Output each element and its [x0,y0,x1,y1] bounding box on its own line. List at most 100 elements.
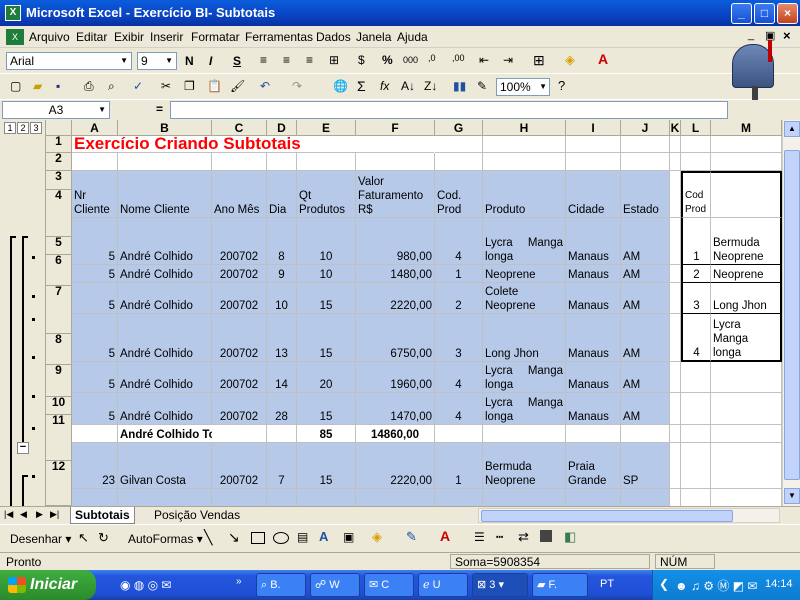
cell-g[interactable]: 4 [435,393,483,425]
cell-b[interactable]: André Colhido [118,362,212,393]
cell-i[interactable]: Praia [566,489,621,506]
bold-button[interactable]: N [185,54,194,68]
cell-m[interactable] [711,362,782,393]
workbook-icon[interactable]: X [6,29,24,45]
cell-i[interactable]: Manaus [566,362,621,393]
cell-j[interactable]: AM [621,362,670,393]
cell-c[interactable]: 200702 [212,362,267,393]
cell-d[interactable]: 28 [267,393,297,425]
column-header-i[interactable]: I [566,120,621,136]
cell-k[interactable] [670,136,681,153]
maximize-button[interactable]: □ [754,3,775,24]
print-preview-icon[interactable]: ⌕ [108,79,115,94]
align-left-icon[interactable]: ≡ [260,53,267,67]
borders-icon[interactable]: ⊞ [533,52,545,69]
row-header[interactable]: 12 [46,459,72,506]
menu-inserir[interactable]: Inserir [150,30,183,44]
outline-detail-dot[interactable] [32,256,35,259]
cell-e[interactable]: 85 [297,425,356,443]
cell-h[interactable]: Lycra Manga longa [483,393,566,425]
cell-k[interactable] [670,314,681,362]
italic-button[interactable]: I [209,54,212,68]
cell-i[interactable] [566,425,621,443]
cell-e[interactable]: 15 [297,443,356,489]
cell-c[interactable]: 200702 [212,265,267,283]
menu-ajuda[interactable]: Ajuda [397,30,428,44]
cell-l[interactable] [681,425,711,443]
more-quicklaunch-icon[interactable]: » [236,576,242,587]
cell-m[interactable] [711,136,782,153]
cell-d[interactable]: 13 [267,314,297,362]
menu-editar[interactable]: Editar [76,30,107,44]
cell-b[interactable]: André Colhido [118,393,212,425]
cell-d[interactable]: 8 [267,218,297,265]
draw-menu-button[interactable]: Desenhar ▾ [10,532,71,546]
cell-g[interactable] [435,425,483,443]
cell-f[interactable]: 980,00 [356,218,435,265]
cell-e[interactable]: Qt Produtos [297,171,356,218]
sort-ascending-icon[interactable]: A↓ [401,79,415,93]
close-button[interactable]: × [777,3,798,24]
hyperlink-icon[interactable]: 🌐 [333,79,348,93]
cell-j[interactable] [621,136,670,153]
formula-input[interactable] [170,101,728,119]
cell-i[interactable]: Praia Grande [566,443,621,489]
oval-icon[interactable] [273,532,289,544]
cell-c[interactable]: 200702 [212,393,267,425]
outline-level-3[interactable]: 3 [30,122,42,134]
cell-e[interactable] [297,153,356,171]
cell-h[interactable] [483,425,566,443]
new-icon[interactable]: ▢ [10,79,21,93]
dash-style-icon[interactable]: ┅ [496,530,503,544]
cell-b[interactable]: André Colhido [118,218,212,265]
undo-icon[interactable]: ↶ [260,79,270,93]
decrease-indent-icon[interactable]: ⇤ [479,53,489,67]
cell-i[interactable]: Manaus [566,314,621,362]
cell-a[interactable]: 5 [72,314,118,362]
cell-h[interactable] [483,153,566,171]
currency-icon[interactable]: $ [358,53,365,67]
drawing-icon[interactable]: ✎ [477,79,487,93]
cell-a[interactable]: 5 [72,283,118,314]
chart-wizard-icon[interactable]: ▮▮ [453,79,466,93]
cell-l[interactable] [681,443,711,489]
cell-k[interactable] [670,218,681,265]
cell-d[interactable]: 14 [267,362,297,393]
task-w[interactable]: ☍ W [310,573,360,597]
tab-subtotais[interactable]: Subtotais [70,507,135,524]
cell-e[interactable] [297,489,356,506]
cell-d[interactable] [267,153,297,171]
font-combo[interactable]: Arial ▼ [6,52,132,70]
cell-g[interactable]: 2 [435,283,483,314]
cell-f[interactable]: Valor Faturamento R$ [356,171,435,218]
copy-icon[interactable]: ❐ [184,79,195,93]
autoshapes-button[interactable]: AutoFormas ▾ [128,532,203,546]
paste-icon[interactable]: 📋 [207,79,222,93]
cell-c[interactable]: 200702 [212,443,267,489]
cell-j[interactable]: AM [621,314,670,362]
cell-m[interactable] [711,171,782,218]
cell-e[interactable]: 10 [297,218,356,265]
zoom-combo[interactable]: 100% ▼ [496,78,550,96]
language-indicator[interactable]: PT [600,578,614,590]
cell-j[interactable] [621,153,670,171]
quicklaunch-icons[interactable]: ◉ ◍ ◎ ✉ [120,578,171,592]
cell-a[interactable]: 5 [72,265,118,283]
outline-collapse-button[interactable]: − [17,442,29,454]
column-header-b[interactable]: B [118,120,212,136]
cell-d[interactable]: Dia [267,171,297,218]
font-color-icon[interactable]: A [598,51,608,67]
line-icon[interactable]: ╲ [204,529,212,546]
menu-arquivo[interactable]: Arquivo [29,30,70,44]
column-header-a[interactable]: A [72,120,118,136]
cell-a[interactable]: Nr Cliente [72,171,118,218]
first-sheet-button[interactable]: |◀ [4,509,13,520]
cell-m[interactable] [711,443,782,489]
cell-j[interactable]: AM [621,265,670,283]
cell-g[interactable] [435,153,483,171]
shadow-icon[interactable] [540,530,552,542]
minimize-button[interactable]: _ [731,3,752,24]
save-icon[interactable]: ▪ [56,79,60,93]
last-sheet-button[interactable]: ▶| [50,509,59,520]
menu-janela[interactable]: Janela [356,30,391,44]
